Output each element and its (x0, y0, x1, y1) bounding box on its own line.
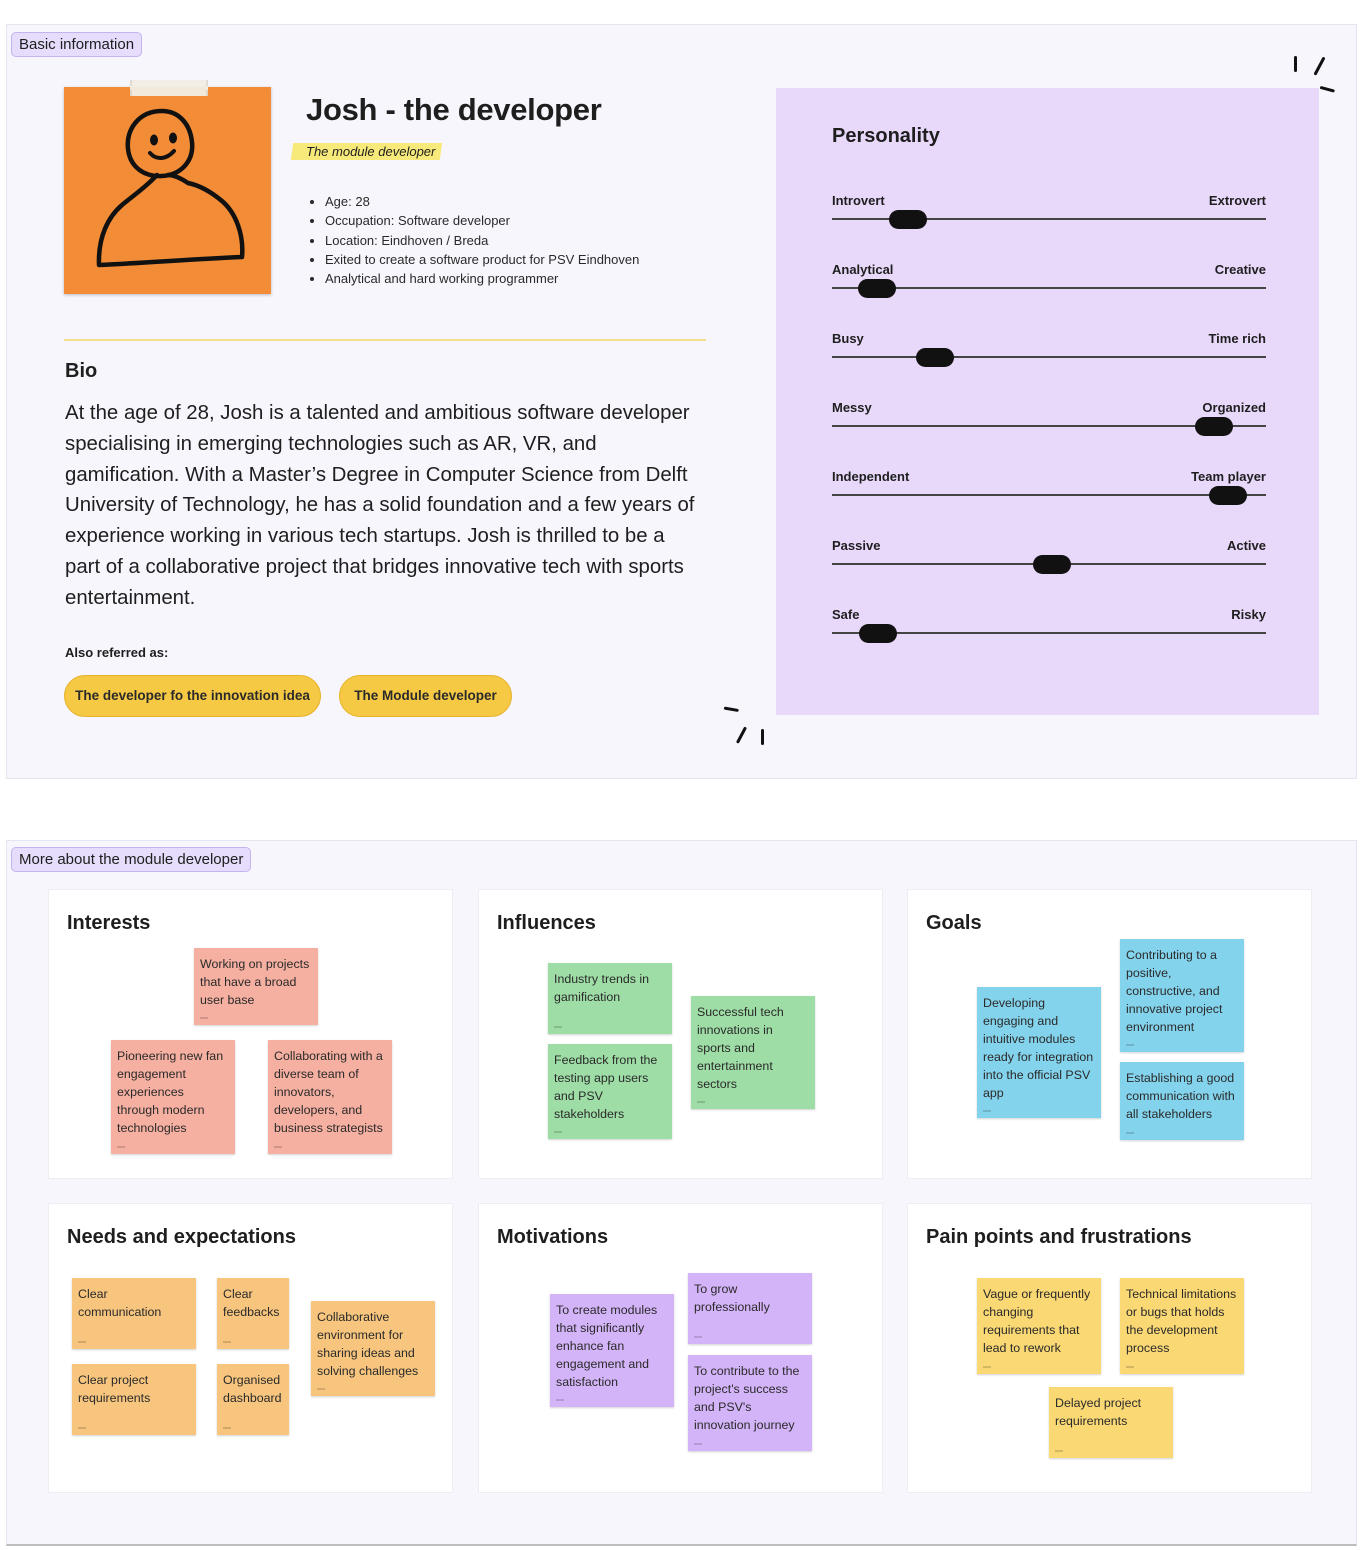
slider-left-label: Analytical (832, 262, 894, 277)
personality-title: Personality (832, 125, 940, 147)
slider-right-label: Team player (1191, 469, 1266, 484)
card-title: Needs and expectations (67, 1226, 296, 1248)
sparkle-stroke (1294, 56, 1297, 72)
fact-item: Occupation: Software developer (325, 211, 639, 230)
slider-handle[interactable] (1195, 417, 1234, 436)
sticky-note[interactable]: To contribute to the project's success a… (688, 1355, 812, 1451)
personality-slider: Introvert Extrovert (832, 193, 1266, 233)
slider-track[interactable] (832, 356, 1266, 358)
sticky-note[interactable]: Establishing a good communication with a… (1120, 1062, 1244, 1140)
card-title: Interests (67, 912, 151, 934)
personality-slider: Messy Organized (832, 400, 1266, 440)
card-title: Influences (497, 912, 596, 934)
bio-text: At the age of 28, Josh is a talented and… (65, 402, 695, 609)
slider-handle[interactable] (1033, 555, 1072, 574)
sticky-note[interactable]: Vague or frequently changing requirement… (977, 1278, 1101, 1374)
sticky-note[interactable]: Developing engaging and intuitive module… (977, 987, 1101, 1118)
fact-item: Analytical and hard working programmer (325, 269, 639, 288)
sticky-note[interactable]: Collaborative environment for sharing id… (311, 1301, 435, 1396)
smiley-person-icon (96, 108, 245, 268)
personality-slider: Safe Risky (832, 607, 1266, 647)
fact-item: Location: Eindhoven / Breda (325, 231, 639, 250)
slider-right-label: Creative (1214, 262, 1266, 277)
persona-facts-list: Age: 28 Occupation: Software developer L… (306, 192, 639, 288)
tape-strip (130, 80, 208, 96)
motivations-card: Motivations To create modules that signi… (478, 1203, 883, 1493)
slider-handle[interactable] (859, 624, 897, 643)
slider-right-label: Time rich (1208, 331, 1266, 346)
personality-slider: Busy Time rich (832, 331, 1266, 371)
interests-card: Interests Working on projects that have … (48, 889, 453, 1179)
slider-track[interactable] (832, 632, 1266, 634)
persona-subtitle-text: The module developer (306, 144, 436, 159)
alias-pill[interactable]: The Module developer (339, 675, 512, 717)
pain-points-card: Pain points and frustrations Vague or fr… (907, 1203, 1312, 1493)
sticky-note[interactable]: Pioneering new fan engagement experience… (111, 1040, 235, 1154)
sticky-note[interactable]: To grow professionally (688, 1273, 812, 1344)
sticky-note[interactable]: Industry trends in gamification (548, 963, 672, 1034)
personality-slider: Independent Team player (832, 469, 1266, 509)
sticky-note[interactable]: Feedback from the testing app users and … (548, 1044, 672, 1139)
sticky-note[interactable]: Organised dashboard (217, 1364, 289, 1435)
personality-panel: Personality Introvert Extrovert Analytical… (776, 88, 1319, 715)
frame-label-basic-information[interactable]: Basic information (11, 32, 143, 57)
section-divider (64, 339, 706, 341)
slider-track[interactable] (832, 287, 1266, 289)
sticky-note[interactable]: Clear communication (72, 1278, 196, 1349)
slider-handle[interactable] (916, 348, 955, 367)
goals-card: Goals Developing engaging and intuitive … (907, 889, 1312, 1179)
persona-subtitle-highlight: The module developer (290, 143, 443, 160)
slider-right-label: Extrovert (1208, 193, 1266, 208)
slider-left-label: Introvert (832, 193, 885, 208)
influences-card: Influences Industry trends in gamificati… (478, 889, 883, 1179)
sticky-note[interactable]: Working on projects that have a broad us… (194, 948, 318, 1025)
slider-handle[interactable] (858, 279, 897, 298)
sticky-note[interactable]: Contributing to a positive, constructive… (1120, 939, 1244, 1052)
slider-left-label: Independent (832, 469, 910, 484)
bio-title: Bio (65, 360, 98, 382)
also-referred-label: Also referred as: (65, 645, 169, 660)
fact-item: Age: 28 (325, 192, 639, 211)
slider-left-label: Passive (832, 538, 881, 553)
fact-item: Exited to create a software product for … (325, 250, 639, 269)
sticky-note[interactable]: To create modules that significantly enh… (550, 1294, 674, 1407)
avatar (64, 87, 271, 294)
slider-left-label: Messy (832, 400, 872, 415)
sticky-note[interactable]: Delayed project requirements (1049, 1387, 1173, 1458)
sticky-note[interactable]: Collaborating with a diverse team of inn… (268, 1040, 392, 1154)
slider-right-label: Active (1226, 538, 1266, 553)
sticky-note[interactable]: Clear project requirements (72, 1364, 196, 1435)
slider-handle[interactable] (1209, 486, 1248, 505)
card-title: Pain points and frustrations (926, 1226, 1192, 1248)
card-title: Motivations (497, 1226, 609, 1248)
persona-name: Josh - the developer (306, 92, 602, 127)
card-title: Goals (926, 912, 982, 934)
needs-card: Needs and expectations Clear communicati… (48, 1203, 453, 1493)
sticky-note[interactable]: Clear feedbacks (217, 1278, 289, 1349)
sparkle-stroke (761, 729, 764, 745)
slider-right-label: Risky (1231, 607, 1266, 622)
slider-right-label: Organized (1202, 400, 1266, 415)
personality-slider: Passive Active (832, 538, 1266, 578)
frame-label-more-about[interactable]: More about the module developer (11, 847, 252, 872)
slider-left-label: Busy (832, 331, 864, 346)
slider-handle[interactable] (888, 210, 927, 229)
sticky-note[interactable]: Technical limitations or bugs that holds… (1120, 1278, 1244, 1374)
sticky-note[interactable]: Successful tech innovations in sports an… (691, 996, 815, 1109)
personality-slider: Analytical Creative (832, 262, 1266, 302)
alias-pill[interactable]: The developer fo the innovation idea (64, 675, 321, 717)
slider-left-label: Safe (832, 607, 860, 622)
slider-track[interactable] (832, 494, 1266, 496)
